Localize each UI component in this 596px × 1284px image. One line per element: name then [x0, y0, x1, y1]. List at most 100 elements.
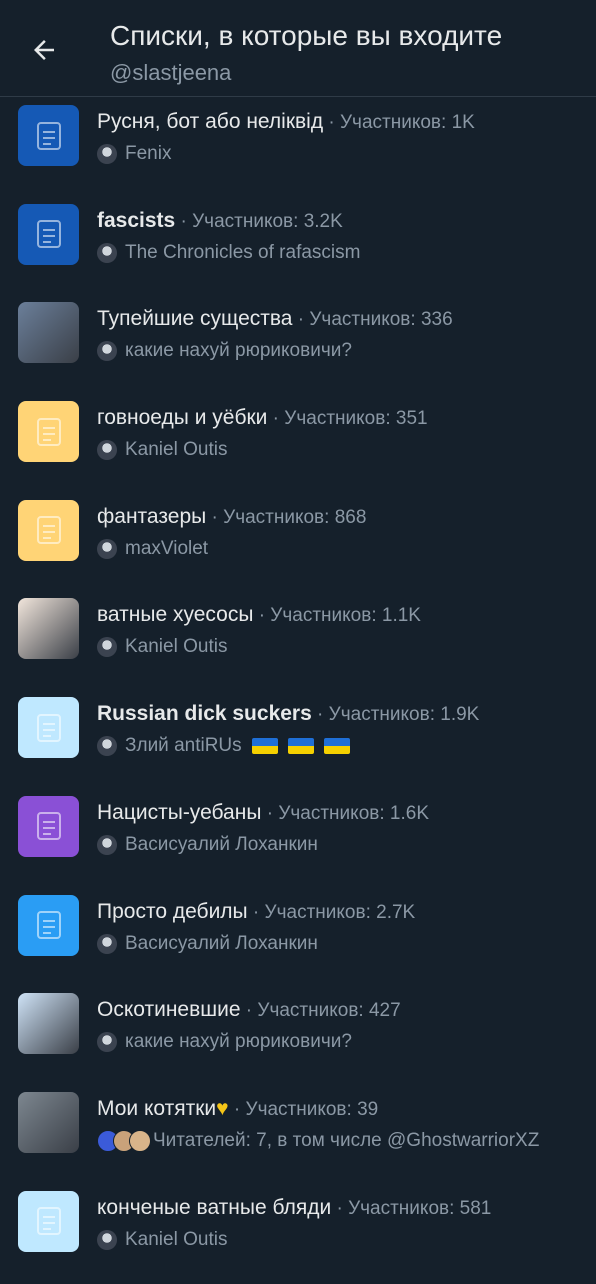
list-title-line: фантазеры · Участников: 868 [97, 505, 366, 529]
list-owner-line: Васисуалий Лоханкин [97, 834, 318, 856]
list-title-line: говноеды и уёбки · Участников: 351 [97, 406, 428, 430]
list-item[interactable]: fascists · Участников: 3.2K The Chronicle… [0, 199, 596, 298]
member-count: · Участников: 3.2K [175, 210, 343, 232]
list-name: fascists [97, 208, 176, 232]
list-item[interactable]: ватные хуесосы · Участников: 1.1K Kaniel … [0, 593, 596, 692]
list-cover [18, 1190, 79, 1252]
owner-avatar [97, 341, 117, 362]
member-count: · Участников: 351 [267, 408, 428, 430]
username: @slastjeena [110, 60, 232, 85]
app-header: Списки, в которые вы входите @slastjeena [0, 0, 596, 96]
member-count: · Участников: 581 [331, 1197, 492, 1219]
list-item[interactable]: Мои котятки♥ · Участников: 39 Читателей: … [0, 1087, 596, 1186]
owner-name: maxViolet [125, 537, 209, 559]
list-title-line: Нацисты-уебаны · Участников: 1.6K [97, 801, 429, 825]
owner-avatar [97, 440, 117, 461]
list-banner-image [18, 598, 79, 660]
follower-avatars [97, 1129, 151, 1152]
arrow-left-icon [34, 40, 54, 60]
member-count: · Участников: 427 [240, 1000, 401, 1022]
owner-avatar [97, 736, 117, 757]
list-cover [18, 401, 79, 463]
owner-avatar [97, 1229, 117, 1250]
list-icon [36, 812, 61, 841]
list-owner-line: Злий antiRUs [97, 735, 350, 757]
list-cover [18, 894, 79, 956]
list-name: Нацисты-уебаны [97, 800, 262, 824]
list-icon [36, 121, 61, 150]
owner-avatar [97, 834, 117, 855]
owner-avatar [97, 1032, 117, 1053]
list-owner-line: Читателей: 7, в том числе @GhostwarriorX… [97, 1129, 540, 1152]
heart-hands-icon: ♥ [216, 1096, 229, 1120]
owner-avatar [97, 144, 117, 164]
list-icon [36, 417, 61, 446]
list-banner-image [18, 1091, 79, 1153]
list-name: конченые ватные бляди [97, 1195, 332, 1219]
list-title-line: Просто дебилы · Участников: 2.7K [97, 900, 415, 924]
list-cover [18, 697, 79, 759]
list-owner-line: Kaniel Outis [97, 636, 227, 658]
list-item[interactable]: конченые ватные бляди · Участников: 581 K… [0, 1186, 596, 1284]
list-owner-line: Васисуалий Лоханкин [97, 933, 318, 955]
list-icon [36, 713, 61, 742]
list-item[interactable]: Russian dick suckers · Участников: 1.9K З… [0, 692, 596, 791]
list-name: говноеды и уёбки [97, 406, 268, 430]
owner-name: Kaniel Outis [125, 636, 228, 658]
list-cover [18, 105, 79, 166]
owner-name: Kaniel Outis [125, 1228, 228, 1250]
list-icon [36, 1207, 61, 1236]
list-name: ватные хуесосы [97, 603, 254, 627]
list-cover [18, 795, 79, 857]
list-owner-line: Kaniel Outis [97, 1229, 227, 1251]
owner-name: Fenix [125, 143, 172, 164]
list-item[interactable]: фантазеры · Участников: 868 maxViolet [0, 495, 596, 594]
owner-name: Васисуалий Лоханкин [125, 932, 318, 954]
list-item[interactable]: Оскотиневшие · Участников: 427 какие наху… [0, 988, 596, 1087]
owner-name: Читателей: 7, в том числе @GhostwarriorX… [153, 1129, 540, 1151]
list-owner-line: какие нахуй рюриковичи? [97, 340, 352, 362]
list-item[interactable]: Просто дебилы · Участников: 2.7K Васисуал… [0, 890, 596, 989]
member-count: · Участников: 868 [206, 506, 367, 528]
list-name: Русня, бот або неліквід [97, 110, 324, 133]
owner-name: Kaniel Outis [125, 439, 228, 461]
member-count: · Участников: 1.9K [311, 704, 480, 726]
list-title-line: конченые ватные бляди · Участников: 581 [97, 1196, 491, 1220]
list-name: Мои котятки [97, 1096, 217, 1120]
ukraine-flag-icon [323, 738, 350, 755]
back-button[interactable] [20, 26, 68, 74]
list-item[interactable]: говноеды и уёбки · Участников: 351 Kaniel… [0, 396, 596, 495]
list-cover [18, 203, 79, 265]
page-title: Списки, в которые вы входите [110, 20, 503, 51]
member-count: · Участников: 2.7K [247, 901, 416, 923]
list-name: Тупейшие существа [97, 307, 293, 331]
list-banner-image [18, 993, 79, 1055]
owner-avatar [97, 538, 117, 559]
owner-avatar [97, 933, 117, 954]
owner-avatar [97, 242, 117, 263]
list-title-line: fascists · Участников: 3.2K [97, 209, 343, 233]
header-divider [0, 96, 596, 97]
list-item[interactable]: Русня, бот або неліквід · Участников: 1K… [0, 100, 596, 199]
list-title-line: Русня, бот або неліквід · Участников: 1K [97, 110, 475, 134]
ukraine-flag-icon [251, 738, 278, 755]
owner-name: Васисуалий Лоханкин [125, 833, 318, 855]
member-count: · Участников: 1.1K [253, 605, 421, 627]
member-count: · Участников: 1.6K [261, 802, 429, 824]
owner-name: какие нахуй рюриковичи? [125, 340, 352, 362]
owner-name: The Chronicles of rafascism [125, 241, 361, 263]
owner-name: Злий antiRUs [125, 735, 242, 757]
list-title-line: Russian dick suckers · Участников: 1.9K [97, 702, 479, 726]
list-owner-line: Kaniel Outis [97, 439, 227, 461]
owner-avatar [97, 637, 117, 658]
member-count: · Участников: 336 [292, 309, 453, 331]
list-name: фантазеры [97, 504, 207, 528]
list-icon [36, 516, 61, 545]
list-item[interactable]: Тупейшие существа · Участников: 336 какие… [0, 297, 596, 396]
list-owner-line: maxViolet [97, 538, 208, 560]
member-count: · Участников: 39 [228, 1098, 379, 1120]
list-cover [18, 499, 79, 561]
list-title-line: ватные хуесосы · Участников: 1.1K [97, 603, 421, 627]
list-item[interactable]: Нацисты-уебаны · Участников: 1.6K Васисуа… [0, 791, 596, 890]
lists-container: Русня, бот або неліквід · Участников: 1K… [0, 100, 596, 1284]
